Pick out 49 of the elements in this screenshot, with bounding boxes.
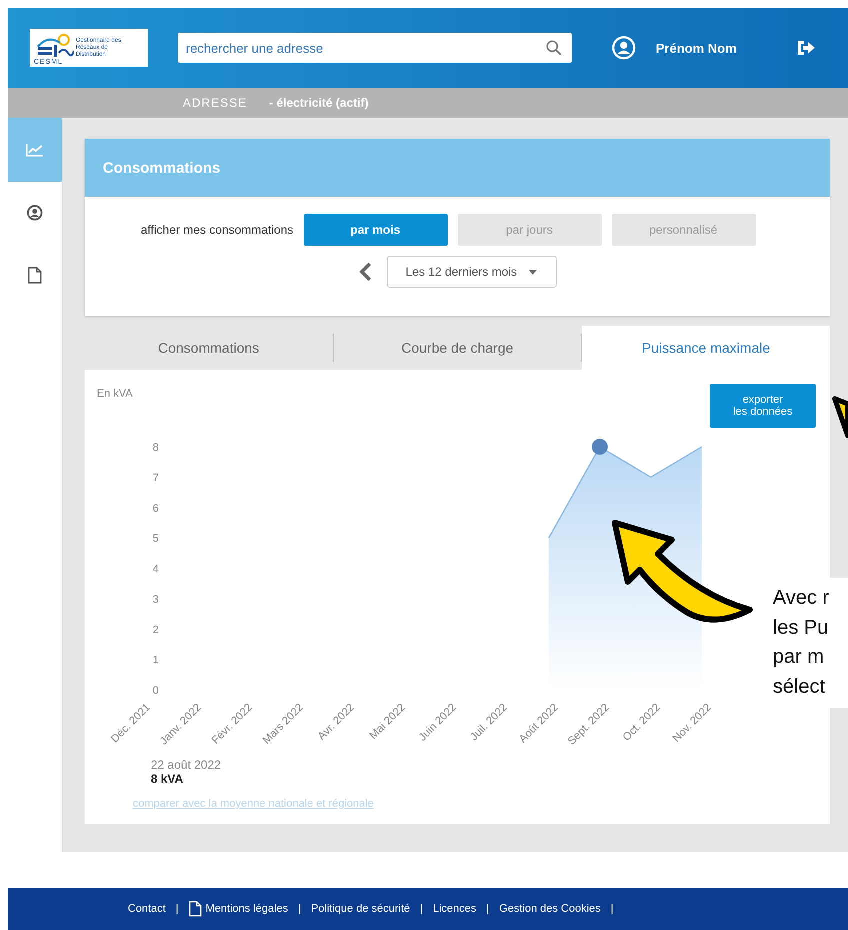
point-date: 22 août 2022 [151, 758, 222, 772]
address-label: ADRESSE [183, 96, 248, 110]
tab[interactable]: Consommations [85, 326, 333, 370]
y-tick-label: 0 [152, 685, 159, 697]
footer-link[interactable]: Contact [128, 903, 166, 915]
card-title: Consommations [103, 160, 221, 176]
y-tick-label: 7 [152, 472, 159, 484]
search-field[interactable]: rechercher une adresse [178, 33, 572, 63]
footer-separator: | [610, 903, 614, 915]
y-tick-label: 2 [152, 624, 159, 636]
filter-button[interactable]: par mois [304, 214, 448, 246]
footer-separator: | [420, 903, 424, 915]
footer-link[interactable]: Gestion des Cookies [499, 903, 601, 915]
y-tick-label: 3 [152, 594, 159, 606]
filter-label: afficher mes consommations [141, 223, 294, 237]
footer-link[interactable]: Mentions légales [188, 901, 288, 917]
chevron-left-icon[interactable] [358, 262, 372, 282]
y-tick-label: 4 [152, 564, 159, 576]
chart-icon [26, 143, 44, 157]
footer-link[interactable]: Politique de sécurité [311, 903, 410, 915]
footer-separator: | [486, 903, 490, 915]
annotation-text: sélect [773, 674, 826, 700]
annotation-text: par m [773, 645, 826, 670]
arrow-drawing [832, 396, 848, 440]
logout-icon[interactable] [796, 39, 816, 57]
footer-separator: | [298, 903, 302, 915]
user-icon [27, 205, 43, 221]
tab[interactable]: Puissance maximale [582, 326, 830, 370]
point-value: 8 kVA [151, 772, 184, 786]
tab[interactable]: Courbe de charge [334, 326, 582, 370]
annotation-text: les Pu [773, 616, 830, 640]
y-tick-label: 1 [152, 654, 159, 667]
annotation-text: Avec r [773, 586, 830, 611]
contract-label: - électricité (actif) [269, 96, 369, 110]
user-name[interactable]: Prénom Nom [656, 40, 776, 56]
unit-label: En kVA [97, 388, 133, 400]
y-tick-label: 6 [152, 502, 159, 515]
caret-icon [529, 270, 538, 274]
document-icon [188, 901, 202, 917]
search-icon[interactable] [546, 40, 562, 56]
footer-separator: | [176, 903, 179, 915]
footer-link[interactable]: Licences [433, 903, 477, 915]
highlighted-point[interactable] [592, 439, 608, 455]
y-tick-label: 8 [152, 442, 159, 454]
user-icon[interactable] [612, 36, 636, 60]
export-button[interactable]: exporter les données [710, 384, 816, 428]
period-dropdown[interactable]: Les 12 derniers mois [386, 256, 556, 288]
document-icon [28, 266, 42, 284]
y-tick-label: 5 [152, 533, 159, 546]
